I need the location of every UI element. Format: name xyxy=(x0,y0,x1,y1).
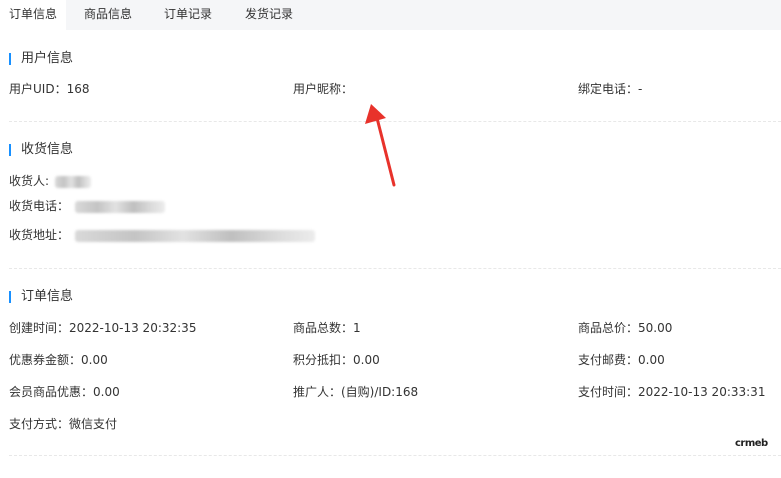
redacted-receiver-name xyxy=(54,175,91,188)
order-create-time: 创建时间：2022-10-13 20:32:35 xyxy=(9,321,197,335)
tab-shipping-records[interactable]: 发货记录 xyxy=(236,0,302,30)
arrow-shaft xyxy=(375,116,396,187)
section-accent-bar xyxy=(9,144,11,156)
divider xyxy=(9,455,781,456)
order-promoter: 推广人：(自购)/ID:168 xyxy=(293,385,419,399)
tab-bar: 订单信息 商品信息 订单记录 发货记录 xyxy=(0,0,781,30)
tab-order-info[interactable]: 订单信息 xyxy=(0,0,66,30)
divider xyxy=(9,121,781,122)
section-accent-bar xyxy=(9,291,11,303)
user-nickname: 用户昵称： xyxy=(293,82,354,96)
redacted-phone-number xyxy=(74,200,165,213)
section-title-order: 订单信息 xyxy=(9,289,73,305)
order-points: 积分抵扣：0.00 xyxy=(293,353,380,367)
user-uid: 用户UID：168 xyxy=(9,82,90,96)
section-accent-bar xyxy=(9,53,11,65)
crmeb-logo: crmeb xyxy=(735,438,768,449)
tab-order-records[interactable]: 订单记录 xyxy=(155,0,221,30)
order-member-discount: 会员商品优惠：0.00 xyxy=(9,385,120,399)
shipping-receiver: 收货人: xyxy=(9,173,91,189)
shipping-phone-label: 收货电话： xyxy=(9,199,70,213)
tab-product-info[interactable]: 商品信息 xyxy=(75,0,141,30)
order-postage: 支付邮费：0.00 xyxy=(578,353,665,367)
section-title-shipping-text: 收货信息 xyxy=(21,142,74,157)
user-phone: 绑定电话：- xyxy=(578,82,643,96)
shipping-address: 收货地址： xyxy=(9,227,315,243)
order-pay-time: 支付时间：2022-10-13 20:33:31 xyxy=(578,385,766,399)
section-title-user-text: 用户信息 xyxy=(21,51,74,66)
section-title-user: 用户信息 xyxy=(9,51,73,67)
shipping-address-label: 收货地址： xyxy=(9,228,70,242)
order-total-count: 商品总数：1 xyxy=(293,321,361,335)
divider xyxy=(9,268,781,269)
order-pay-method: 支付方式：微信支付 xyxy=(9,417,118,431)
redacted-address xyxy=(74,229,315,242)
shipping-receiver-label: 收货人: xyxy=(9,174,50,188)
order-coupon: 优惠券金额：0.00 xyxy=(9,353,108,367)
section-title-shipping: 收货信息 xyxy=(9,142,73,158)
shipping-phone: 收货电话： xyxy=(9,198,165,214)
section-title-order-text: 订单信息 xyxy=(21,289,74,304)
order-total-price: 商品总价：50.00 xyxy=(578,321,673,335)
